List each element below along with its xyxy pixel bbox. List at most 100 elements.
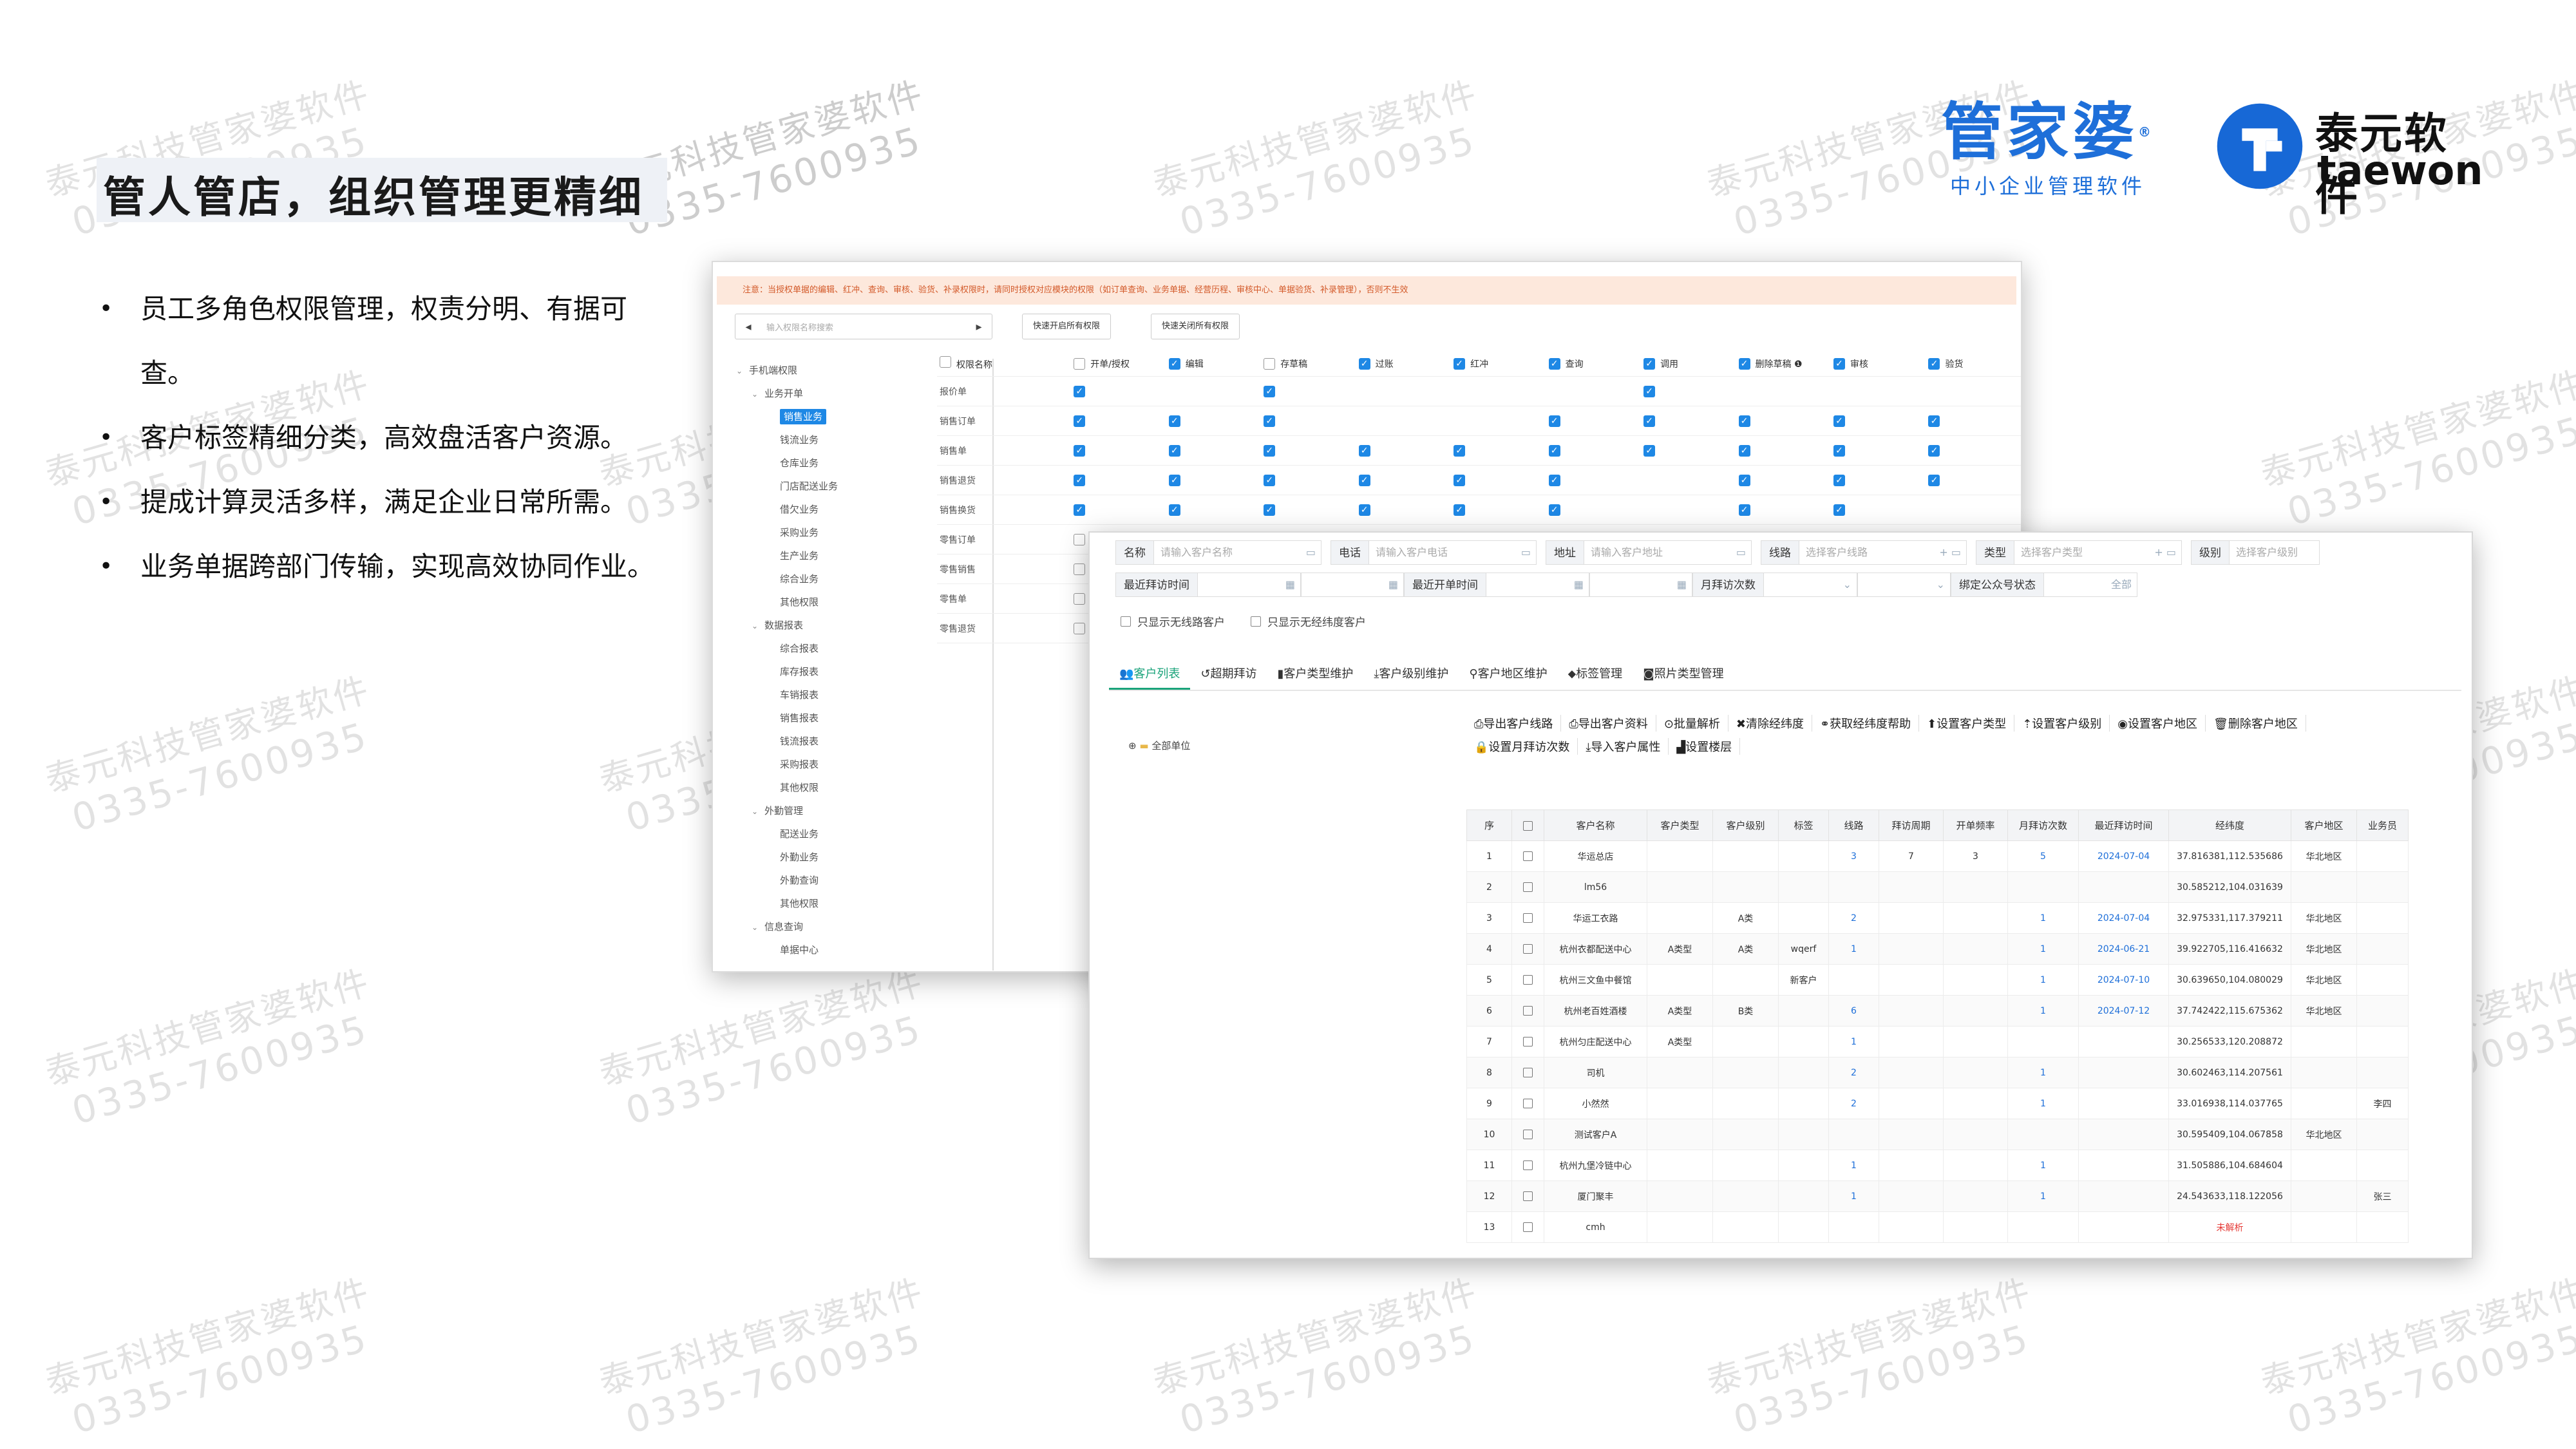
checkbox[interactable]: ✓ [1264, 504, 1276, 516]
checkbox[interactable] [1074, 592, 1086, 605]
row-checkbox[interactable] [1523, 1130, 1533, 1139]
checkbox[interactable]: ✓ [1358, 474, 1370, 486]
tree-node[interactable]: 车销报表 [736, 683, 992, 706]
checkbox[interactable]: ✓ [1548, 415, 1560, 427]
checkbox[interactable]: ✓ [1643, 385, 1656, 397]
table-row[interactable]: 6 杭州老百姓酒楼 A类型 B类 6 1 2024-07-12 37.742422,115.6… [1466, 995, 2409, 1027]
checkbox[interactable]: ✓ [1548, 474, 1560, 486]
checkbox[interactable]: ✓ [1358, 357, 1370, 370]
calendar-icon[interactable]: ▦ [1677, 573, 1687, 596]
checkbox[interactable] [940, 356, 951, 368]
calendar-icon[interactable]: ⌄ [1937, 573, 1945, 596]
toolbar-button[interactable]: ▟设置楼层 [1669, 738, 1741, 755]
checkbox[interactable]: ✓ [1074, 385, 1086, 397]
checkbox[interactable]: ✓ [1168, 357, 1180, 370]
chevron-down-icon[interactable]: ⌄ [752, 383, 764, 406]
toolbar-button[interactable]: ⬆设置客户类型 [1919, 715, 2015, 732]
prev-icon[interactable]: ◂ [735, 320, 761, 334]
toolbar-button[interactable]: 🗑删除客户地区 [2206, 715, 2306, 732]
checkbox[interactable]: ✓ [1643, 444, 1656, 457]
permission-search-input[interactable]: 输入权限名称搜索 [761, 321, 966, 333]
row-checkbox[interactable] [1523, 1006, 1533, 1016]
checkbox[interactable]: ✓ [1358, 444, 1370, 457]
filter-input[interactable]: 请输入客户地址 ▭ [1584, 540, 1752, 565]
row-checkbox[interactable] [1523, 1068, 1533, 1077]
row-checkbox[interactable] [1523, 913, 1533, 923]
row-checkbox[interactable] [1523, 1099, 1533, 1108]
checkbox[interactable]: ✓ [1264, 415, 1276, 427]
checkbox[interactable]: ✓ [1928, 444, 1940, 457]
tree-node[interactable]: ⌄ 外勤管理 [736, 799, 992, 822]
field-action-icon[interactable]: + ▭ [2154, 541, 2176, 564]
toolbar-button[interactable]: ✖清除经纬度 [1728, 715, 1812, 732]
checkbox[interactable] [1074, 563, 1086, 575]
table-row[interactable]: 9 小然然 2 1 33.016938,114.037765 李四 [1466, 1088, 2409, 1119]
checkbox[interactable] [1074, 622, 1086, 634]
filter-input[interactable]: ▦ [1301, 573, 1404, 597]
checkbox[interactable]: ✓ [1168, 504, 1180, 516]
row-checkbox[interactable] [1523, 1037, 1533, 1046]
table-row[interactable]: 12 厦门聚丰 1 1 24.543633,118.122056 张三 [1466, 1180, 2409, 1212]
only-no-geo-checkbox[interactable]: 只显示无经纬度客户 [1251, 613, 1366, 629]
row-checkbox[interactable] [1523, 851, 1533, 861]
filter-input[interactable]: ⌄ [1764, 573, 1857, 597]
table-row[interactable]: 7 杭州匀庄配送中心 A类型 1 30.256533,120.208872 [1466, 1026, 2409, 1057]
table-row[interactable]: 2 lm56 30.585212,104.031639 [1466, 871, 2409, 903]
checkbox[interactable]: ✓ [1738, 474, 1750, 486]
table-row[interactable]: 13 cmh 未解析 [1466, 1211, 2409, 1243]
table-row[interactable]: 10 测试客户A 30.595409,104.067858 华北地区 [1466, 1119, 2409, 1150]
checkbox[interactable]: ✓ [1928, 415, 1940, 427]
toolbar-button[interactable]: ⊙批量解析 [1656, 715, 1728, 732]
tab-item[interactable]: ⚲客户地区维护 [1459, 660, 1557, 690]
checkbox[interactable]: ✓ [1928, 357, 1940, 370]
tab-item[interactable]: ⤓客户级别维护 [1363, 660, 1459, 690]
filter-input[interactable]: 请输入客户名称 ▭ [1154, 540, 1321, 565]
toolbar-button[interactable]: ⎙导出客户线路 [1466, 715, 1562, 732]
filter-input[interactable]: ⌄ [1857, 573, 1951, 597]
table-row[interactable]: 5 杭州三文鱼中餐馆 新客户 1 2024-07-10 30.639650,104.080… [1466, 964, 2409, 996]
tree-node[interactable]: 其他权限 [736, 776, 992, 799]
field-action-icon[interactable]: ▭ [1736, 541, 1746, 564]
chevron-down-icon[interactable]: ⌄ [752, 916, 764, 939]
checkbox[interactable]: ✓ [1074, 415, 1086, 427]
filter-input[interactable]: 选择客户级别 [2230, 540, 2320, 565]
checkbox[interactable]: ✓ [1643, 357, 1656, 370]
toolbar-button[interactable]: ⤓导入客户属性 [1578, 738, 1669, 755]
checkbox[interactable]: ✓ [1454, 474, 1466, 486]
checkbox[interactable]: ✓ [1074, 504, 1086, 516]
table-row[interactable]: 1 华运总店 3 7 3 5 2024-07-04 37.816381,112.535686 华… [1466, 840, 2409, 872]
row-checkbox[interactable] [1523, 1160, 1533, 1170]
checkbox[interactable]: ✓ [1264, 444, 1276, 457]
filter-input[interactable]: ▦ [1486, 573, 1589, 597]
field-action-icon[interactable]: ▭ [1521, 541, 1531, 564]
checkbox[interactable]: ✓ [1833, 474, 1845, 486]
table-row[interactable]: 4 杭州衣都配送中心 A类型 A类 wqerf 1 1 2024-06-21 39.922705… [1466, 933, 2409, 965]
tree-node[interactable]: 配送业务 [736, 822, 992, 846]
checkbox[interactable]: ✓ [1264, 385, 1276, 397]
tree-node[interactable]: 其他权限 [736, 892, 992, 915]
checkbox[interactable]: ✓ [1928, 474, 1940, 486]
checkbox[interactable]: ✓ [1738, 415, 1750, 427]
checkbox[interactable] [1074, 533, 1086, 545]
calendar-icon[interactable]: 全部 [2111, 573, 2132, 596]
calendar-icon[interactable]: ▦ [1574, 573, 1584, 596]
toolbar-button[interactable]: ◉设置客户地区 [2110, 715, 2206, 732]
checkbox[interactable]: ✓ [1738, 357, 1750, 370]
unit-tree-root[interactable]: 全部单位 [1151, 740, 1190, 752]
table-row[interactable]: 3 华运工衣路 A类 2 1 2024-07-04 32.975331,117.379211… [1466, 902, 2409, 934]
filter-input[interactable]: 选择客户类型 + ▭ [2014, 540, 2182, 565]
toolbar-button[interactable]: ⎙导出客户资料 [1561, 715, 1656, 732]
tree-node[interactable]: 采购报表 [736, 753, 992, 776]
checkbox[interactable]: ✓ [1454, 444, 1466, 457]
filter-input[interactable]: 选择客户线路 + ▭ [1799, 540, 1967, 565]
checkbox[interactable]: ✓ [1833, 357, 1845, 370]
close-all-permissions-button[interactable]: 快速关闭所有权限 [1151, 314, 1240, 339]
tab-item[interactable]: 👥客户列表 [1109, 660, 1191, 690]
filter-input[interactable]: 请输入客户电话 ▭ [1369, 540, 1537, 565]
open-all-permissions-button[interactable]: 快速开启所有权限 [1022, 314, 1112, 339]
filter-input[interactable]: ▦ [1589, 573, 1692, 597]
tree-node[interactable]: 销售报表 [736, 706, 992, 730]
checkbox[interactable]: ✓ [1548, 357, 1560, 370]
row-checkbox[interactable] [1523, 1191, 1533, 1201]
tree-node[interactable]: 外勤业务 [736, 846, 992, 869]
